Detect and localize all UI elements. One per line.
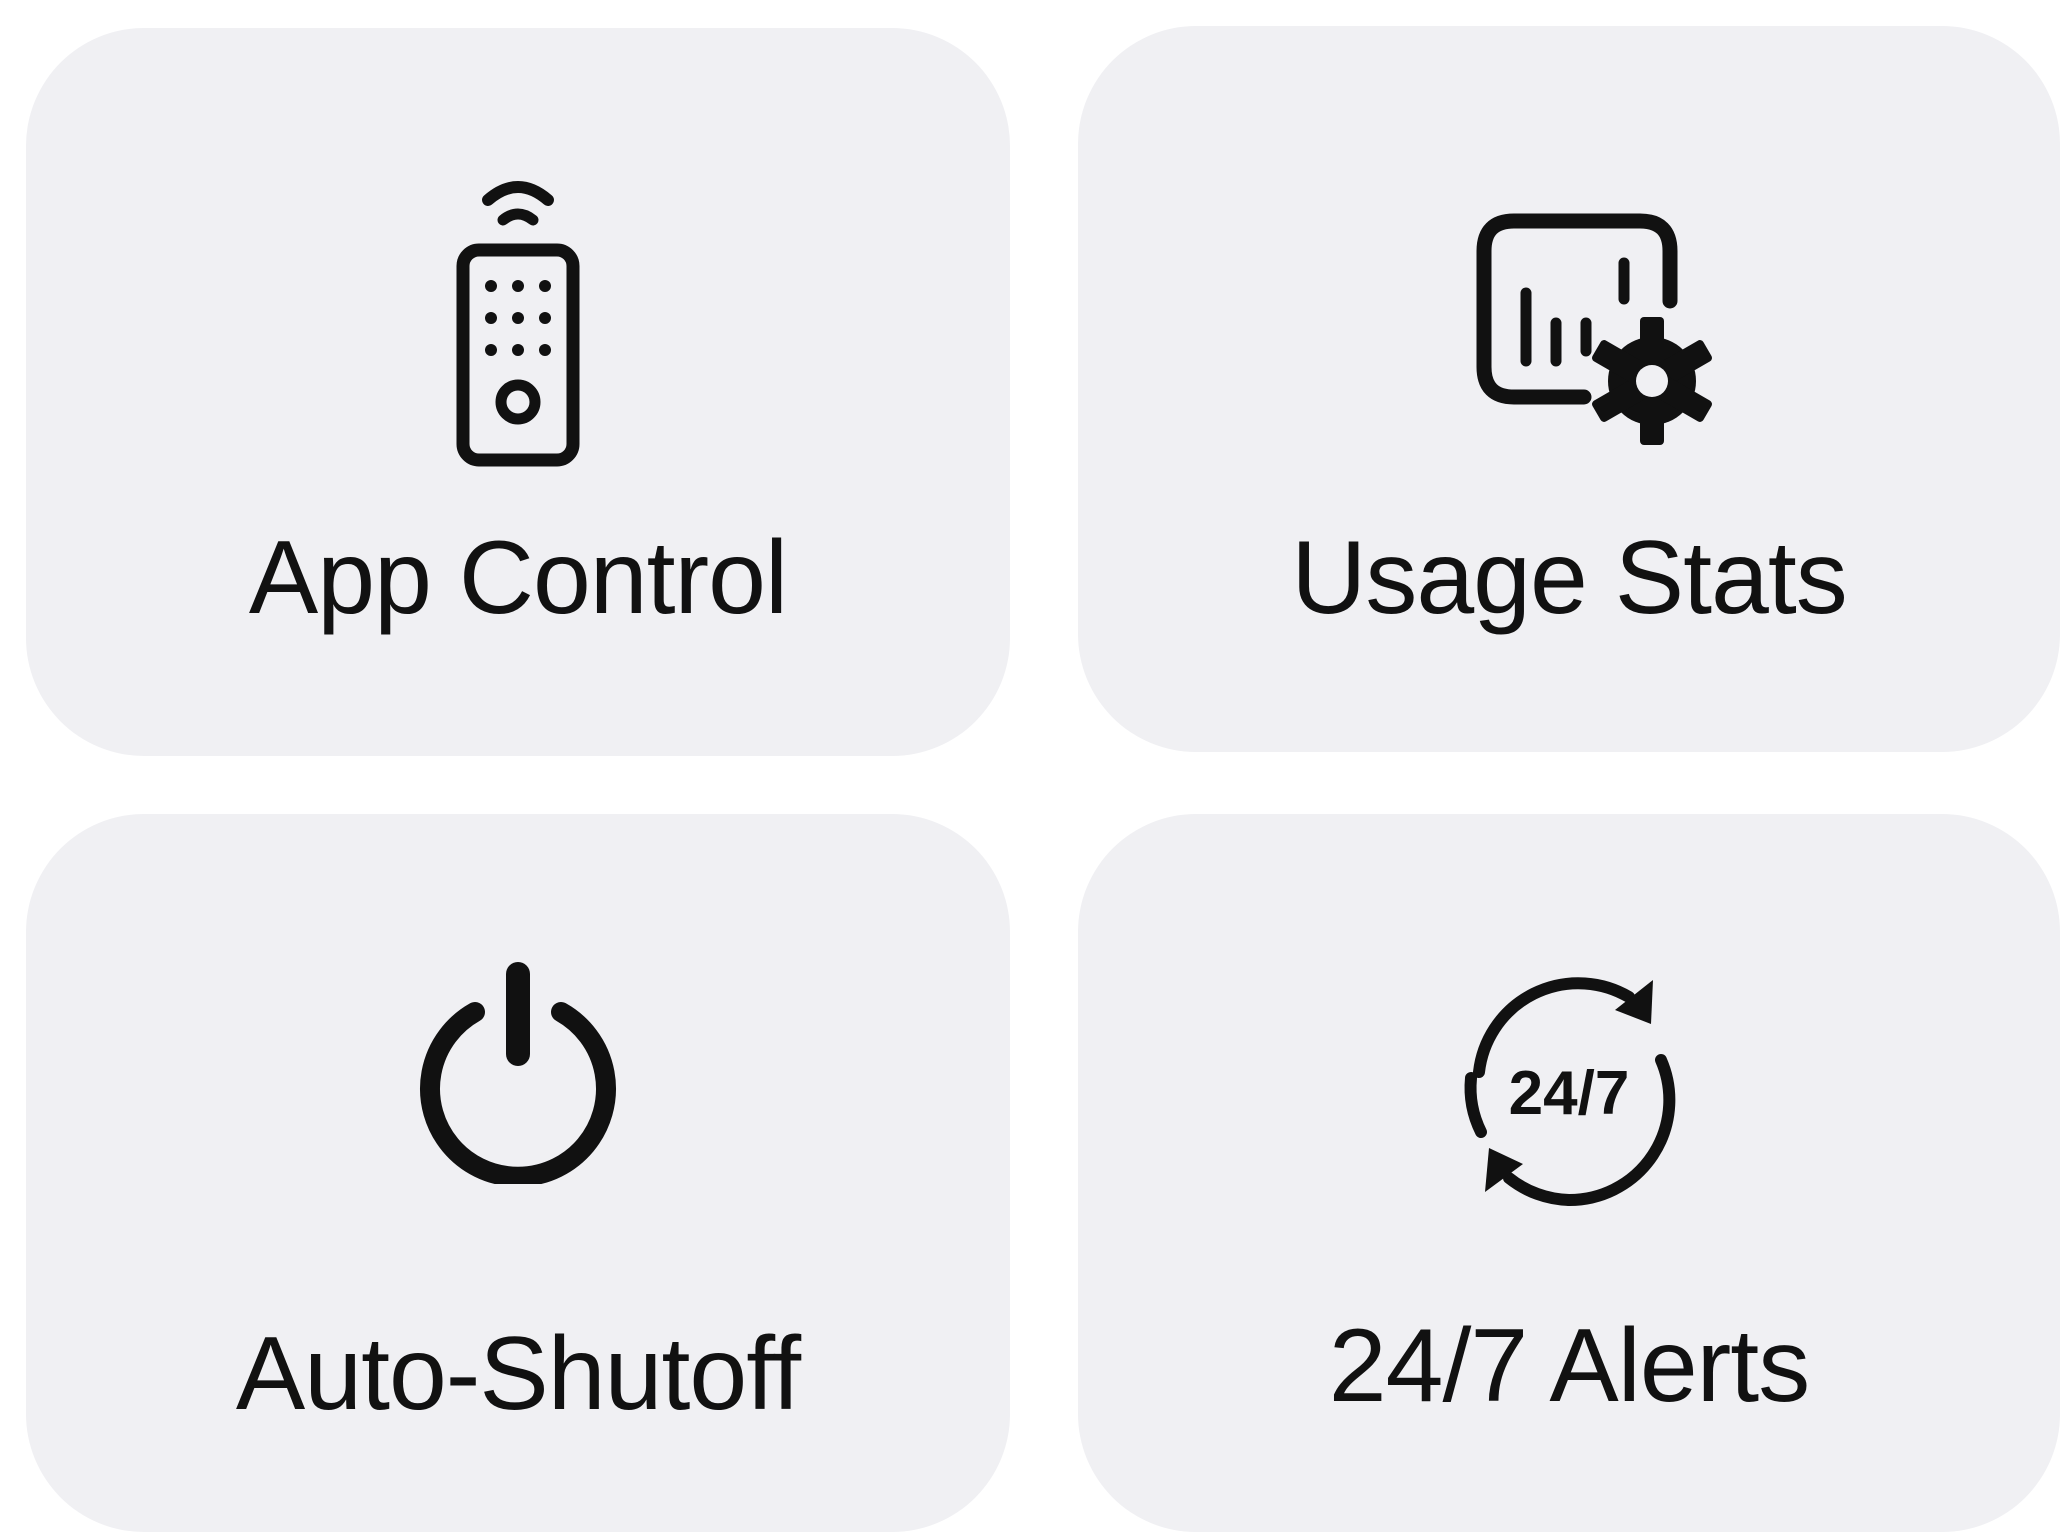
remote-control-icon [433, 168, 603, 478]
24-7-icon-text: 24/7 [1509, 1059, 1630, 1128]
feature-card-auto-shutoff: Auto-Shutoff [26, 814, 1010, 1532]
chart-settings-icon [1464, 201, 1734, 461]
feature-label: Usage Stats [1291, 520, 1848, 636]
feature-label: 24/7 Alerts [1328, 1308, 1810, 1424]
power-icon [403, 954, 633, 1187]
feature-card-alerts: 24/7 24/7 Alerts [1078, 814, 2060, 1532]
feature-card-app-control: App Control [26, 28, 1010, 756]
feature-grid: App Control Usage Stats Auto-Shutoff 24/… [0, 0, 2060, 1532]
feature-label: App Control [248, 520, 788, 636]
feature-label: Auto-Shutoff [235, 1316, 801, 1432]
24-7-cycle-icon: 24/7 [1429, 952, 1709, 1242]
feature-card-usage-stats: Usage Stats [1078, 26, 2060, 752]
